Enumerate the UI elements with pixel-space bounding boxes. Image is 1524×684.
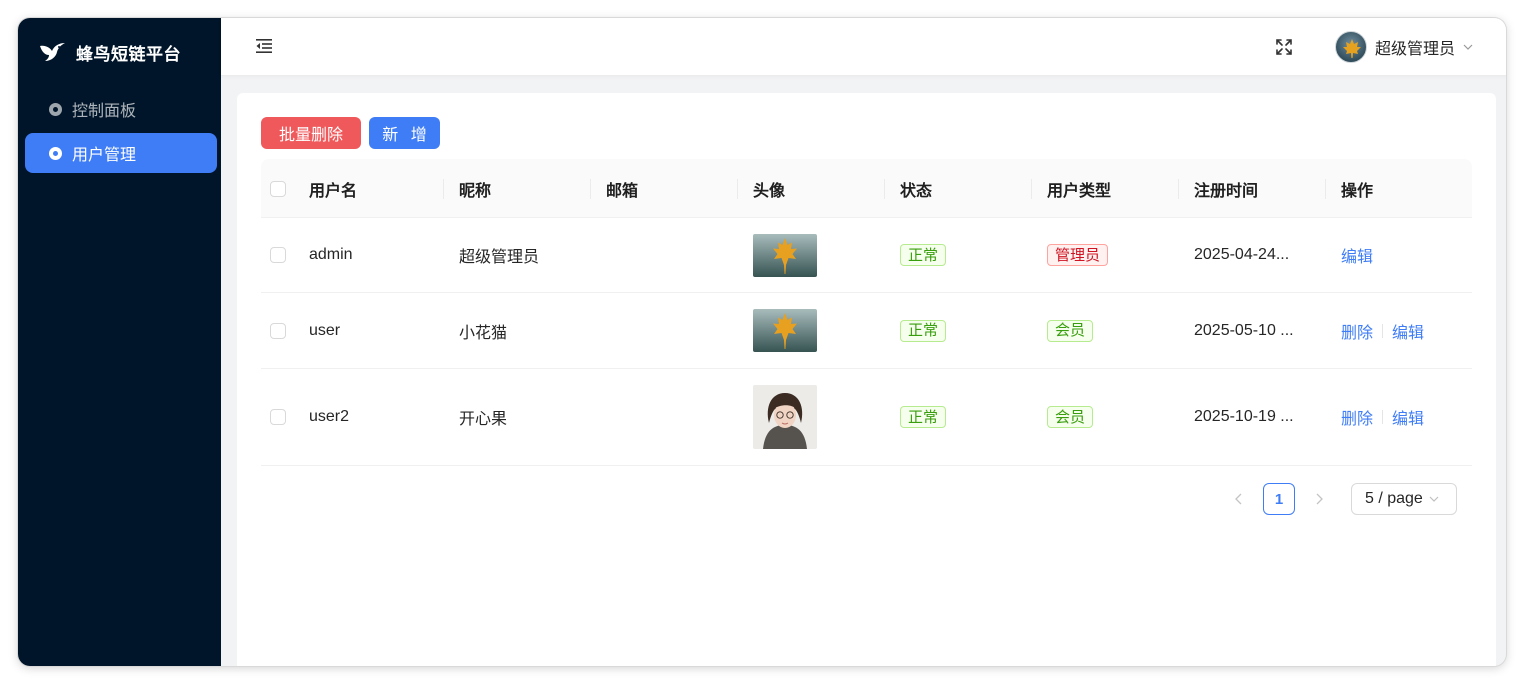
column-header: 用户类型 xyxy=(1047,182,1112,200)
maple-leaf-avatar-image[interactable] xyxy=(753,233,817,277)
registered-time-cell: 2025-05-10 ... xyxy=(1194,321,1294,339)
page-1-button[interactable]: 1 xyxy=(1263,483,1295,515)
next-page-icon[interactable] xyxy=(1311,491,1327,507)
user-type-badge: 会员 xyxy=(1047,319,1094,342)
column-header: 昵称 xyxy=(459,182,492,200)
chevron-down-icon xyxy=(1463,44,1473,50)
page-size-label: 5 / page xyxy=(1365,490,1423,507)
nickname-cell: 小花猫 xyxy=(459,324,508,342)
page-size-select[interactable]: 5 / page xyxy=(1351,483,1457,515)
edit-link[interactable]: 编辑 xyxy=(1341,243,1373,267)
user-type-badge: 会员 xyxy=(1047,406,1094,428)
batch-delete-button[interactable]: 批量删除 xyxy=(261,117,361,149)
registered-time-cell: 2025-10-19 ... xyxy=(1194,408,1294,425)
add-button[interactable]: 新 增 xyxy=(369,117,440,149)
table-row: admin 超级管理员 正常 管理员 2025-04-24... 编辑 xyxy=(261,218,1472,293)
chevron-down-icon xyxy=(1429,496,1439,502)
sidebar-item-dashboard[interactable]: 控制面板 xyxy=(25,89,217,129)
sidebar: 蜂鸟短链平台 控制面板 用户管理 xyxy=(18,18,221,666)
table-row: user 小花猫 正常 会员 2025-05-10 ... 删除 编辑 xyxy=(261,293,1472,369)
sidebar-item-user-management[interactable]: 用户管理 xyxy=(25,133,217,173)
registered-time-cell: 2025-04-24... xyxy=(1194,246,1290,263)
select-all-cell xyxy=(270,159,286,218)
column-header: 状态 xyxy=(900,182,933,200)
app-window: 蜂鸟短链平台 控制面板 用户管理 超级管理员 批量删除 新 增 用户名 昵称 邮… xyxy=(18,18,1506,666)
delete-link[interactable]: 删除 xyxy=(1341,405,1373,429)
dashboard-icon xyxy=(49,102,62,116)
fullscreen-icon[interactable] xyxy=(1275,38,1293,56)
maple-leaf-avatar-image[interactable] xyxy=(753,309,817,352)
user-icon xyxy=(49,146,62,160)
row-checkbox[interactable] xyxy=(270,247,286,263)
edit-link[interactable]: 编辑 xyxy=(1392,319,1424,343)
sidebar-item-label: 控制面板 xyxy=(72,103,137,120)
nickname-cell: 开心果 xyxy=(459,411,508,428)
table-row: user2 开心果 正常 会员 2025-10-19 ... 删除 编辑 xyxy=(261,369,1472,466)
pagination: 1 5 / page xyxy=(237,483,1496,515)
prev-page-icon[interactable] xyxy=(1231,491,1247,507)
user-name: 超级管理员 xyxy=(1375,41,1456,58)
column-header: 注册时间 xyxy=(1194,182,1259,200)
status-badge: 正常 xyxy=(900,319,947,342)
app-title: 蜂鸟短链平台 xyxy=(76,44,181,64)
username-cell: user2 xyxy=(309,408,350,425)
menu-fold-icon[interactable] xyxy=(255,38,273,54)
username-cell: user xyxy=(309,321,341,339)
column-header: 邮箱 xyxy=(606,182,639,200)
edit-link[interactable]: 编辑 xyxy=(1392,405,1424,429)
girl-portrait-avatar-image[interactable] xyxy=(753,385,817,449)
username-cell: admin xyxy=(309,246,353,263)
select-all-checkbox[interactable] xyxy=(270,180,286,197)
hummingbird-logo-icon xyxy=(40,43,65,61)
sidebar-item-label: 用户管理 xyxy=(72,147,137,164)
row-checkbox[interactable] xyxy=(270,409,286,425)
maple-leaf-icon xyxy=(1343,39,1361,58)
delete-link[interactable]: 删除 xyxy=(1341,319,1373,343)
row-checkbox[interactable] xyxy=(270,322,286,339)
nickname-cell: 超级管理员 xyxy=(459,249,540,266)
table-header: 用户名 昵称 邮箱 头像 状态 用户类型 注册时间 操作 xyxy=(261,159,1472,218)
brand: 蜂鸟短链平台 xyxy=(38,40,181,64)
avatar xyxy=(1335,31,1367,63)
user-dropdown[interactable]: 超级管理员 xyxy=(1335,31,1473,63)
users-table: 用户名 昵称 邮箱 头像 状态 用户类型 注册时间 操作 admin 超级管理员… xyxy=(261,159,1472,466)
top-header: 超级管理员 xyxy=(221,18,1506,76)
user-type-badge: 管理员 xyxy=(1047,244,1109,266)
column-header: 用户名 xyxy=(309,182,358,200)
status-badge: 正常 xyxy=(900,244,947,266)
status-badge: 正常 xyxy=(900,406,947,428)
column-header: 头像 xyxy=(753,182,786,200)
main-content: 批量删除 新 增 用户名 昵称 邮箱 头像 状态 用户类型 注册时间 操作 ad… xyxy=(237,93,1496,666)
column-header: 操作 xyxy=(1341,182,1374,200)
